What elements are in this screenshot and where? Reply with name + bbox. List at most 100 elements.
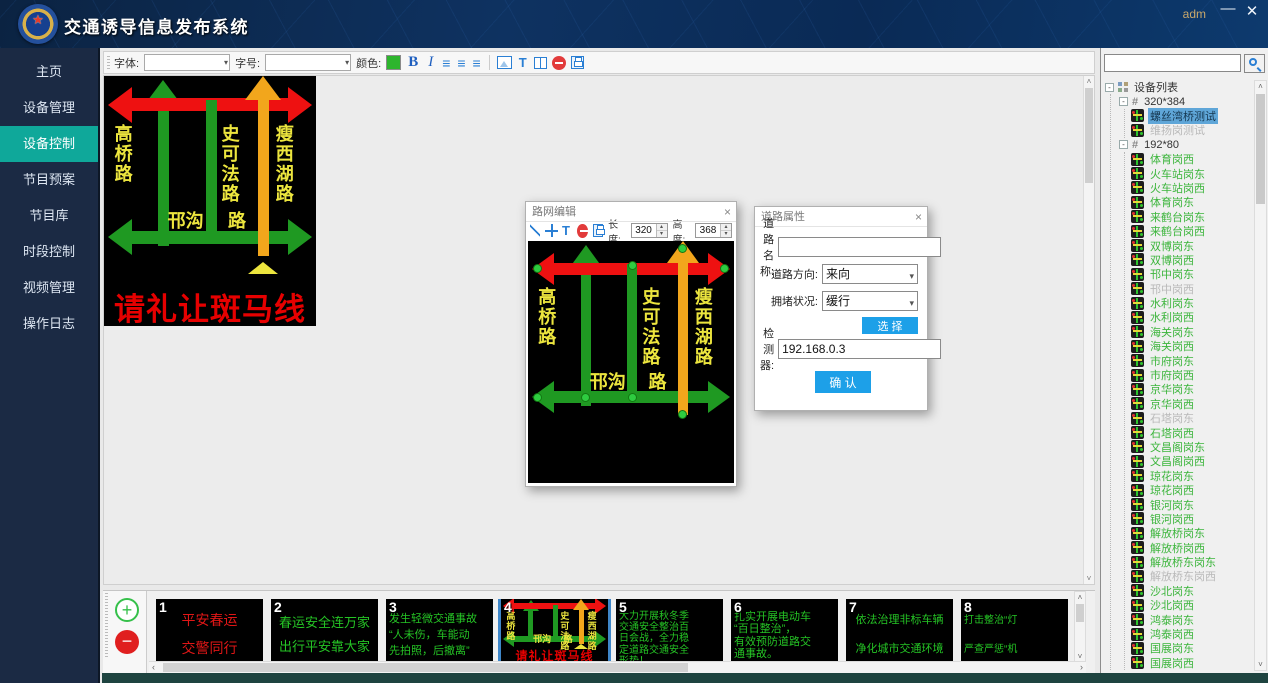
device-label[interactable]: 维扬岗测试 — [1148, 122, 1207, 138]
device-item[interactable]: 石塔岗东 — [1131, 411, 1252, 425]
sidebar-item-7[interactable]: 视频管理 — [0, 270, 98, 306]
device-item[interactable]: 鸿泰岗东 — [1131, 612, 1252, 626]
device-item[interactable]: 来鹤台岗西 — [1131, 224, 1252, 238]
device-item[interactable]: 来鹤台岗东 — [1131, 210, 1252, 224]
device-item[interactable]: 文昌阁岗东 — [1131, 440, 1252, 454]
sidebar-item-2[interactable]: 设备管理 — [0, 90, 98, 126]
align-center-icon[interactable]: ≡ — [456, 56, 466, 70]
sidebar-item-6[interactable]: 时段控制 — [0, 234, 98, 270]
device-item[interactable]: 解放桥东岗西 — [1131, 569, 1252, 583]
device-item[interactable]: 维扬岗测试 — [1131, 123, 1252, 137]
collapse-icon[interactable]: - — [1119, 97, 1128, 106]
program-thumbnail-2[interactable]: 2春运安全连万家出行平安靠大家 — [271, 599, 378, 661]
dialog-titlebar[interactable]: 路网编辑 × — [526, 202, 736, 222]
device-item[interactable]: 解放桥岗西 — [1131, 541, 1252, 555]
scroll-up-icon[interactable]: ˄ — [1255, 82, 1266, 91]
scrollbar-thumb[interactable] — [1076, 604, 1084, 622]
device-item[interactable]: 海关岗西 — [1131, 339, 1252, 353]
spin-down-icon[interactable]: ▾ — [657, 231, 667, 237]
remove-program-button[interactable]: − — [115, 630, 139, 654]
control-point[interactable] — [533, 393, 542, 402]
scroll-up-icon[interactable]: ˄ — [1075, 593, 1085, 602]
program-thumbnail-7[interactable]: 7依法治理非标车辆净化城市交通环境 — [846, 599, 953, 661]
device-item[interactable]: 体育岗东 — [1131, 195, 1252, 209]
device-item[interactable]: 文昌阁岗西 — [1131, 454, 1252, 468]
font-size-select[interactable]: ▾ — [265, 54, 351, 71]
program-thumbnail-6[interactable]: 6扎实开展电动车“百日整治”，有效预防道路交通事故。 — [731, 599, 838, 661]
device-group-192*80[interactable]: -#192*80 — [1119, 138, 1252, 152]
detector-input[interactable] — [778, 339, 941, 359]
device-item[interactable]: 体育岗西 — [1131, 152, 1252, 166]
device-item[interactable]: 国展岗西 — [1131, 656, 1252, 670]
strip-vertical-scrollbar[interactable]: ˄ ˅ — [1074, 591, 1086, 663]
road-direction-select[interactable]: 来向▾ — [822, 264, 918, 284]
device-item[interactable]: 石塔岗西 — [1131, 425, 1252, 439]
text-tool-icon[interactable]: T — [560, 223, 572, 238]
align-left-icon[interactable]: ≡ — [441, 56, 451, 70]
align-right-icon[interactable]: ≡ — [472, 56, 482, 70]
device-item[interactable]: 邗中岗东 — [1131, 267, 1252, 281]
draw-road-icon[interactable] — [530, 224, 540, 237]
spin-down-icon[interactable]: ▾ — [721, 231, 731, 237]
scroll-right-icon[interactable]: › — [1080, 662, 1083, 672]
scrollbar-thumb[interactable] — [163, 663, 688, 672]
save-icon[interactable] — [571, 56, 584, 69]
scroll-up-icon[interactable]: ˄ — [1084, 77, 1094, 86]
close-icon[interactable]: × — [915, 207, 922, 227]
scroll-down-icon[interactable]: ˅ — [1084, 574, 1094, 583]
device-item[interactable]: 银河岗西 — [1131, 512, 1252, 526]
close-icon[interactable]: ✕ — [1242, 2, 1262, 20]
device-tree-root[interactable]: -设备列表 — [1105, 80, 1252, 94]
device-group-320*384[interactable]: -#320*384 — [1119, 94, 1252, 108]
delete-icon[interactable] — [577, 224, 588, 238]
insert-image-icon[interactable] — [497, 56, 512, 69]
device-item[interactable]: 邗中岗西 — [1131, 281, 1252, 295]
device-item[interactable]: 京华岗西 — [1131, 397, 1252, 411]
control-point[interactable] — [678, 410, 687, 419]
road-name-input[interactable] — [778, 237, 941, 257]
italic-button[interactable]: I — [425, 54, 436, 71]
control-point[interactable] — [628, 393, 637, 402]
program-thumbnail-5[interactable]: 5大力开展秋冬季交通安全整治百日会战，全力稳定道路交通安全形势！ — [616, 599, 723, 661]
control-point[interactable] — [678, 244, 687, 253]
save-icon[interactable] — [593, 224, 603, 237]
cross-road-icon[interactable] — [545, 224, 555, 237]
screen-layout-icon[interactable] — [534, 57, 547, 69]
collapse-icon[interactable]: - — [1119, 140, 1128, 149]
tree-vertical-scrollbar[interactable]: ˄ ˅ — [1254, 80, 1267, 671]
spin-up-icon[interactable]: ▴ — [721, 224, 731, 231]
device-item[interactable]: 琼花岗西 — [1131, 483, 1252, 497]
search-button[interactable] — [1244, 54, 1265, 73]
device-item[interactable]: 双博岗东 — [1131, 238, 1252, 252]
close-icon[interactable]: × — [724, 202, 731, 222]
control-point[interactable] — [581, 393, 590, 402]
delete-icon[interactable] — [552, 56, 566, 70]
device-item[interactable]: 解放桥东岗东 — [1131, 555, 1252, 569]
led-display-preview[interactable]: 高 桥 路史 可 法 路瘦 西 湖 路邗沟路请礼让斑马线 — [104, 76, 316, 326]
collapse-icon[interactable]: - — [1105, 83, 1114, 92]
logged-in-user[interactable]: adm — [1183, 7, 1206, 21]
device-item[interactable]: 火车站岗东 — [1131, 166, 1252, 180]
device-item[interactable]: 双博岗西 — [1131, 253, 1252, 267]
scroll-down-icon[interactable]: ˅ — [1075, 652, 1085, 661]
device-item[interactable]: 银河岗东 — [1131, 497, 1252, 511]
scrollbar-thumb[interactable] — [1256, 94, 1265, 204]
device-item[interactable]: 国展岗东 — [1131, 641, 1252, 655]
device-item[interactable]: 市府岗东 — [1131, 353, 1252, 367]
sidebar-item-4[interactable]: 节目预案 — [0, 162, 98, 198]
device-item[interactable]: 水利岗东 — [1131, 296, 1252, 310]
control-point[interactable] — [628, 261, 637, 270]
sidebar-item-5[interactable]: 节目库 — [0, 198, 98, 234]
device-item[interactable]: 沙北岗西 — [1131, 598, 1252, 612]
device-item[interactable]: 市府岗西 — [1131, 368, 1252, 382]
roadnet-canvas[interactable]: 高 桥 路史 可 法 路瘦 西 湖 路邗沟路 — [528, 241, 734, 483]
device-item[interactable]: 火车站岗西 — [1131, 181, 1252, 195]
select-button[interactable]: 选 择 — [862, 317, 918, 334]
device-item[interactable]: 琼花岗东 — [1131, 469, 1252, 483]
scrollbar-thumb[interactable] — [1085, 88, 1093, 183]
sidebar-item-8[interactable]: 操作日志 — [0, 306, 98, 342]
color-swatch[interactable] — [386, 55, 401, 70]
sidebar-item-1[interactable]: 主页 — [0, 54, 98, 90]
program-thumbnail-8[interactable]: 8打击整治“灯严查严惩“机 — [961, 599, 1068, 661]
device-item[interactable]: 螺丝湾桥测试 — [1131, 109, 1252, 123]
